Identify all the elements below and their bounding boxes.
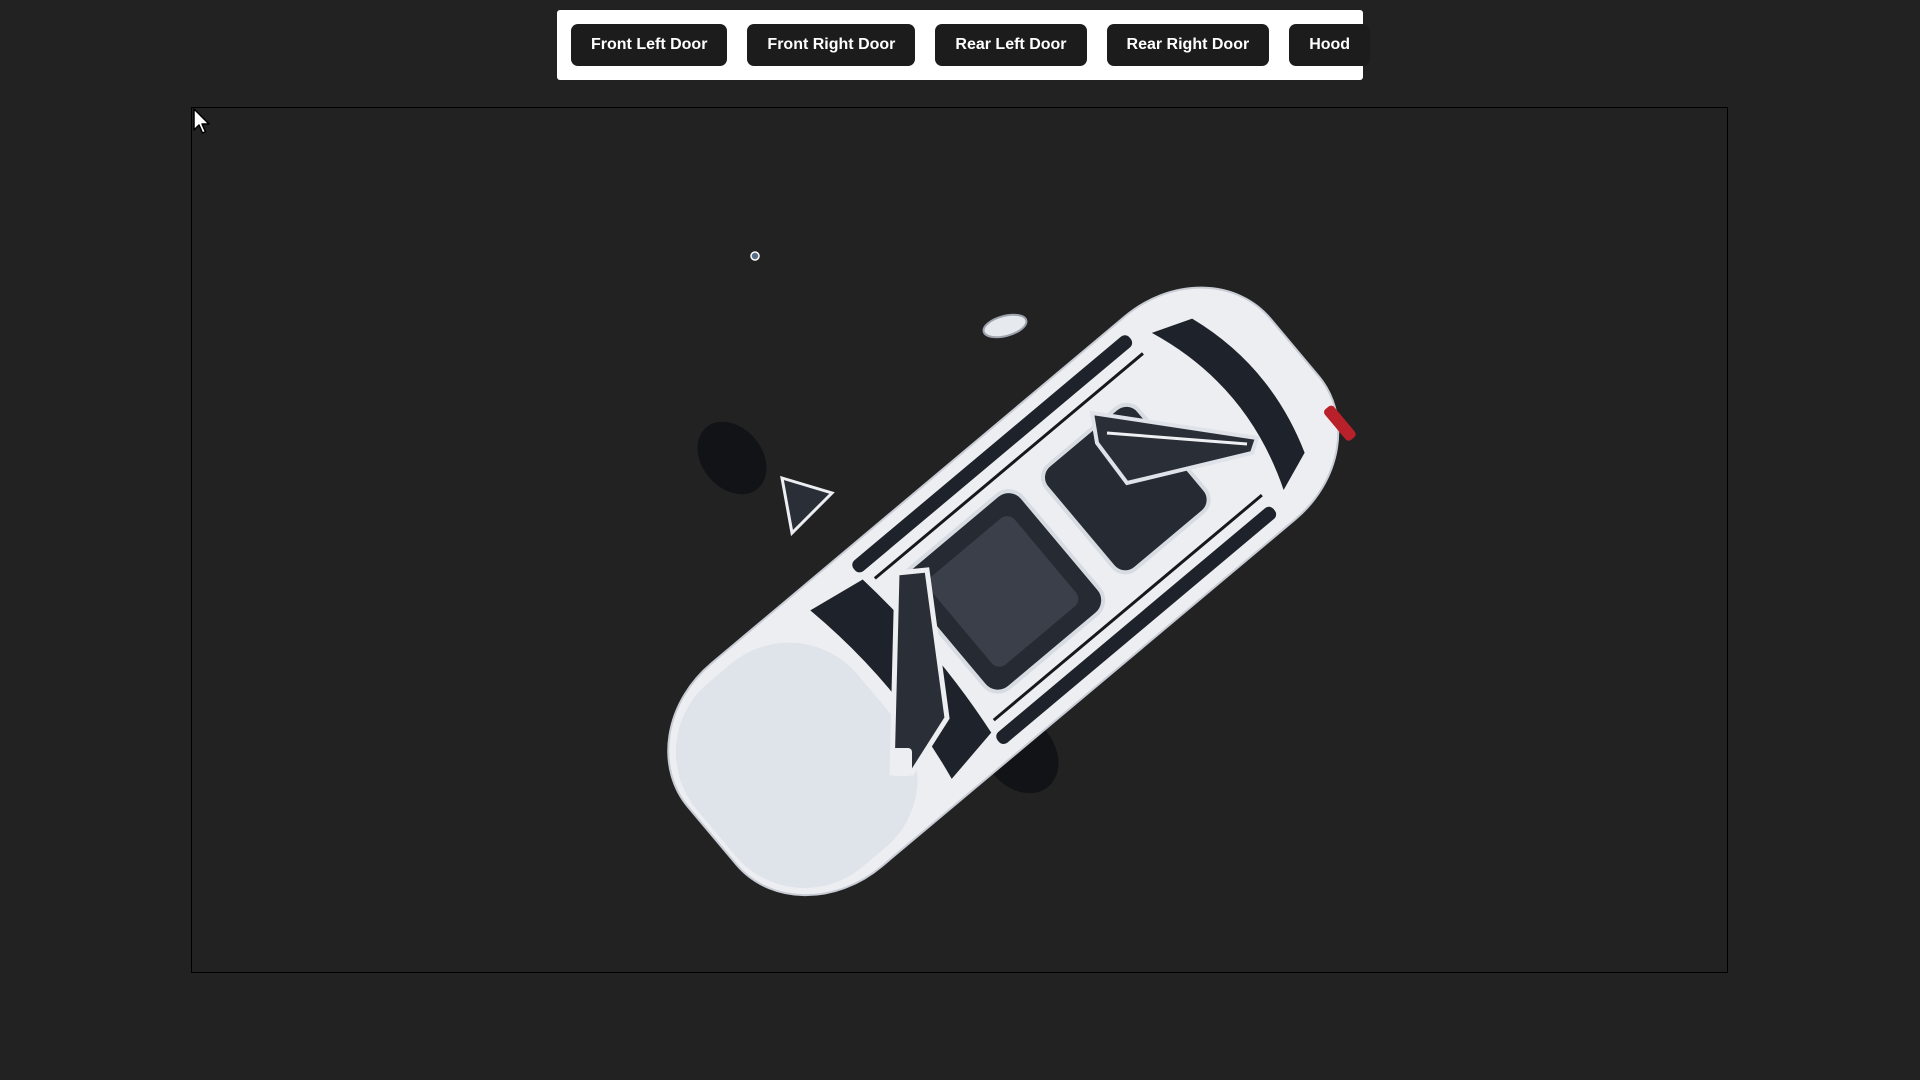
car-body	[667, 286, 1356, 897]
car-model-render	[667, 251, 1356, 897]
front-left-door-button[interactable]: Front Left Door	[571, 24, 728, 66]
rear-left-door-button[interactable]: Rear Left Door	[935, 24, 1087, 66]
door-control-toolbar: Front Left Door Front Right Door Rear Le…	[557, 10, 1371, 80]
3d-model-viewport[interactable]	[191, 107, 1728, 973]
side-mirror	[982, 313, 1028, 339]
mouse-pointer-icon	[193, 108, 210, 134]
hood-button[interactable]: Hood	[1289, 24, 1371, 66]
front-right-door-button[interactable]: Front Right Door	[747, 24, 916, 66]
rear-right-door-button[interactable]: Rear Right Door	[1106, 24, 1270, 66]
